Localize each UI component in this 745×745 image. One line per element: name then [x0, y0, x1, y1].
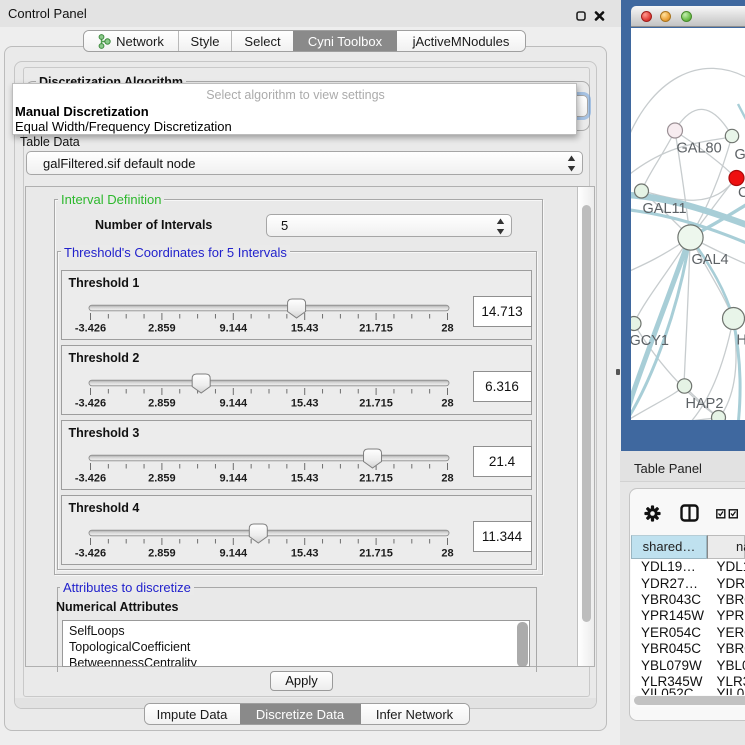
- svg-text:21.715: 21.715: [359, 547, 393, 559]
- svg-text:GAL80: GAL80: [677, 141, 722, 157]
- svg-text:9.144: 9.144: [219, 472, 247, 484]
- svg-text:GAL…: GAL…: [735, 147, 745, 163]
- svg-text:H: H: [737, 333, 745, 349]
- svg-text:15.43: 15.43: [290, 472, 318, 484]
- svg-text:15.43: 15.43: [290, 547, 318, 559]
- svg-text:GAL4: GAL4: [692, 252, 729, 268]
- svg-text:2.859: 2.859: [148, 472, 176, 484]
- svg-text:21.715: 21.715: [359, 472, 393, 484]
- svg-text:HAP2: HAP2: [686, 396, 724, 412]
- svg-text:28: 28: [441, 547, 453, 559]
- svg-text:2.859: 2.859: [148, 397, 176, 409]
- svg-text:15.43: 15.43: [290, 397, 318, 409]
- svg-text:21.715: 21.715: [359, 322, 393, 334]
- svg-text:-3.426: -3.426: [74, 397, 105, 409]
- svg-text:28: 28: [441, 322, 453, 334]
- svg-text:9.144: 9.144: [219, 547, 247, 559]
- svg-text:-3.426: -3.426: [74, 322, 105, 334]
- svg-text:GCY1: GCY1: [631, 333, 669, 349]
- svg-text:9.144: 9.144: [219, 397, 247, 409]
- svg-text:GAL11: GAL11: [643, 201, 687, 217]
- svg-text:9.144: 9.144: [219, 322, 247, 334]
- svg-text:28: 28: [441, 472, 453, 484]
- svg-text:C: C: [738, 185, 745, 201]
- svg-text:2.859: 2.859: [148, 322, 176, 334]
- svg-text:15.43: 15.43: [290, 322, 318, 334]
- svg-text:-3.426: -3.426: [74, 547, 105, 559]
- svg-text:28: 28: [441, 397, 453, 409]
- svg-text:2.859: 2.859: [148, 547, 176, 559]
- svg-text:21.715: 21.715: [359, 397, 393, 409]
- svg-text:-3.426: -3.426: [74, 472, 105, 484]
